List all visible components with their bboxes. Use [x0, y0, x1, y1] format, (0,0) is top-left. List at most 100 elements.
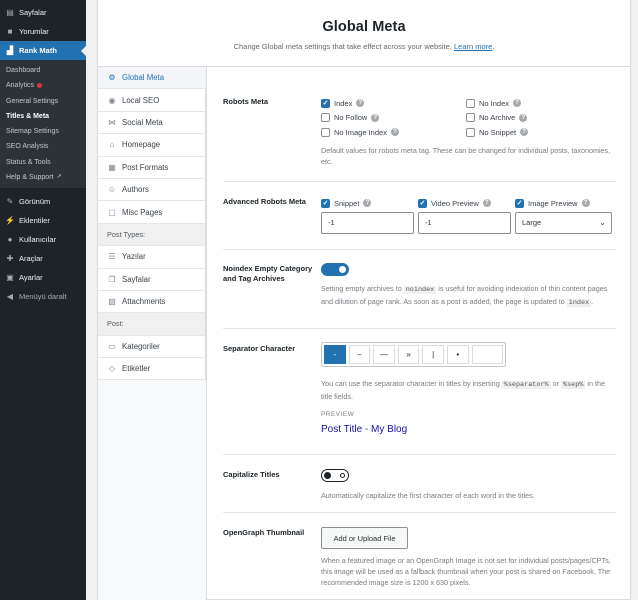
separator-option[interactable]: –: [348, 345, 371, 364]
noindex-empty-toggle[interactable]: [321, 263, 349, 276]
video-preview-group: ✓ Video Preview? -1: [418, 196, 511, 234]
submenu-seo-analysis[interactable]: SEO Analysis: [0, 139, 86, 154]
tab-global-meta[interactable]: ⚙ Global Meta: [98, 67, 206, 90]
menu-item-eklentiler[interactable]: ⚡ Eklentiler: [0, 211, 86, 230]
menu-item-sayfalar[interactable]: ▤ Sayfalar: [0, 3, 86, 22]
tab-misc-pages[interactable]: ▢ Misc Pages: [98, 201, 206, 224]
checkbox-no-image-index[interactable]: No Image Index?: [321, 125, 399, 140]
collapse-menu-button[interactable]: ◀ Menüyü daralt: [0, 287, 86, 306]
home-icon: ⌂: [109, 140, 115, 150]
checkbox[interactable]: [466, 98, 475, 108]
submenu-status-tools[interactable]: Status & Tools: [0, 155, 86, 170]
checkbox[interactable]: [321, 113, 330, 123]
separator-option[interactable]: —: [373, 345, 395, 364]
row-separator: Separator Character - – — » | • You can …: [223, 329, 616, 455]
og-thumbnail-label: OpenGraph Thumbnail: [223, 528, 305, 537]
checkbox-no-index[interactable]: No Index?: [466, 96, 528, 111]
capitalize-description: Automatically capitalize the first chara…: [321, 491, 535, 500]
menu-item-gorunum[interactable]: ✎ Görünüm: [0, 192, 86, 211]
settings-icon: ▣: [6, 273, 14, 283]
checkbox-no-snippet[interactable]: No Snippet?: [466, 125, 529, 140]
snippet-group: ✓ Snippet? -1: [321, 196, 414, 234]
capitalize-toggle[interactable]: [321, 469, 349, 482]
image-preview-select[interactable]: Large ⌄: [515, 211, 612, 234]
og-thumbnail-field: Add or Upload File When a featured image…: [321, 527, 616, 588]
collapse-icon: ◀: [6, 292, 14, 302]
tab-homepage[interactable]: ⌂ Homepage: [98, 134, 206, 157]
checkbox[interactable]: [466, 113, 475, 123]
menu-item-yorumlar[interactable]: ■ Yorumlar: [0, 22, 86, 41]
submenu-sitemap-settings[interactable]: Sitemap Settings: [0, 124, 86, 139]
snippet-input[interactable]: -1: [321, 211, 414, 234]
checkbox[interactable]: [321, 127, 330, 137]
help-icon[interactable]: ?: [390, 128, 399, 137]
pages-icon: ▤: [6, 8, 14, 17]
advanced-robots-label: Advanced Robots Meta: [223, 197, 306, 206]
checkbox-snippet[interactable]: ✓ Snippet?: [321, 196, 414, 211]
tab-local-seo[interactable]: ◉ Local SEO: [98, 89, 206, 112]
row-noindex-empty: Noindex Empty Category and Tag Archives …: [223, 250, 616, 329]
tab-sayfalar[interactable]: ❐ Sayfalar: [98, 268, 206, 291]
tab-post-formats[interactable]: ▦ Post Formats: [98, 156, 206, 179]
rank-math-icon: ▟: [6, 46, 14, 55]
preview-title: Post Title - My Blog: [321, 424, 408, 435]
separator-field: - – — » | • You can use the separator ch…: [321, 342, 616, 435]
external-link-icon: ↗: [56, 174, 62, 181]
tab-attachments[interactable]: ▧ Attachments: [98, 290, 206, 314]
separator-option[interactable]: »: [397, 345, 420, 364]
checkbox-index[interactable]: ✓ Index?: [321, 96, 399, 111]
tab-yazilar[interactable]: ☰ Yazılar: [98, 246, 206, 269]
help-icon[interactable]: ?: [519, 113, 528, 122]
checkbox-video-preview[interactable]: ✓ Video Preview?: [418, 196, 511, 211]
tab-kategoriler[interactable]: ▭ Kategoriler: [98, 335, 206, 359]
upload-file-button[interactable]: Add or Upload File: [321, 527, 408, 549]
checkbox-no-follow[interactable]: No Follow?: [321, 111, 399, 126]
post-formats-icon: ▦: [108, 162, 116, 172]
checkbox[interactable]: ✓: [418, 198, 427, 208]
help-icon[interactable]: ?: [371, 113, 380, 122]
toggle-knob: [339, 266, 346, 273]
help-icon[interactable]: ?: [581, 199, 590, 208]
help-icon[interactable]: ?: [356, 99, 365, 108]
separator-description: You can use the separator character in t…: [321, 379, 606, 401]
submenu-help-support[interactable]: Help & Support ↗: [0, 170, 86, 185]
checkbox[interactable]: ✓: [515, 198, 524, 208]
image-preview-group: ✓ Image Preview? Large ⌄: [515, 196, 612, 234]
submenu-dashboard[interactable]: Dashboard: [0, 63, 86, 78]
separator-option[interactable]: -: [324, 345, 346, 364]
help-icon[interactable]: ?: [520, 128, 529, 137]
preview-label: PREVIEW: [321, 411, 355, 418]
submenu-general-settings[interactable]: General Settings: [0, 94, 86, 109]
toggle-off-indicator: [340, 473, 345, 478]
tab-authors[interactable]: ☺ Authors: [98, 178, 206, 202]
menu-item-kullanicilar[interactable]: ● Kullanıcılar: [0, 230, 86, 249]
chevron-down-icon: ⌄: [599, 218, 606, 227]
separator-option[interactable]: •: [446, 345, 469, 364]
menu-item-rank-math[interactable]: ▟ Rank Math: [0, 41, 86, 60]
learn-more-link[interactable]: Learn more: [454, 42, 492, 51]
video-preview-input[interactable]: -1: [418, 211, 511, 234]
tab-social-meta[interactable]: ⋈ Social Meta: [98, 111, 206, 135]
separator-option[interactable]: |: [422, 345, 444, 364]
help-icon[interactable]: ?: [363, 199, 372, 208]
menu-item-ayarlar[interactable]: ▣ Ayarlar: [0, 268, 86, 287]
separator-custom-input[interactable]: [471, 345, 503, 364]
help-icon[interactable]: ?: [482, 199, 491, 208]
settings-nav: ⚙ Global Meta ◉ Local SEO ⋈ Social Meta ⌂ Ho…: [98, 67, 207, 600]
checkbox[interactable]: ✓: [321, 98, 330, 108]
submenu-titles-meta[interactable]: Titles & Meta: [0, 109, 86, 124]
attachment-icon: ▧: [108, 297, 116, 307]
tag-icon: ◇: [108, 364, 116, 374]
help-icon[interactable]: ?: [513, 99, 522, 108]
checkbox-no-archive[interactable]: No Archive?: [466, 111, 528, 126]
menu-item-araclar[interactable]: ✚ Araçlar: [0, 249, 86, 268]
submenu-analytics[interactable]: Analytics: [0, 78, 86, 93]
tab-etiketler[interactable]: ◇ Etiketler: [98, 358, 206, 381]
robots-left-column: ✓ Index? No Follow? No Image Index?: [321, 96, 399, 140]
og-thumbnail-description: When a featured image or an OpenGraph Im…: [321, 556, 611, 587]
page-subtitle: Change Global meta settings that take ef…: [233, 42, 495, 51]
share-icon: ⋈: [108, 117, 116, 127]
checkbox-image-preview[interactable]: ✓ Image Preview?: [515, 196, 612, 211]
checkbox[interactable]: ✓: [321, 198, 330, 208]
checkbox[interactable]: [466, 127, 475, 137]
